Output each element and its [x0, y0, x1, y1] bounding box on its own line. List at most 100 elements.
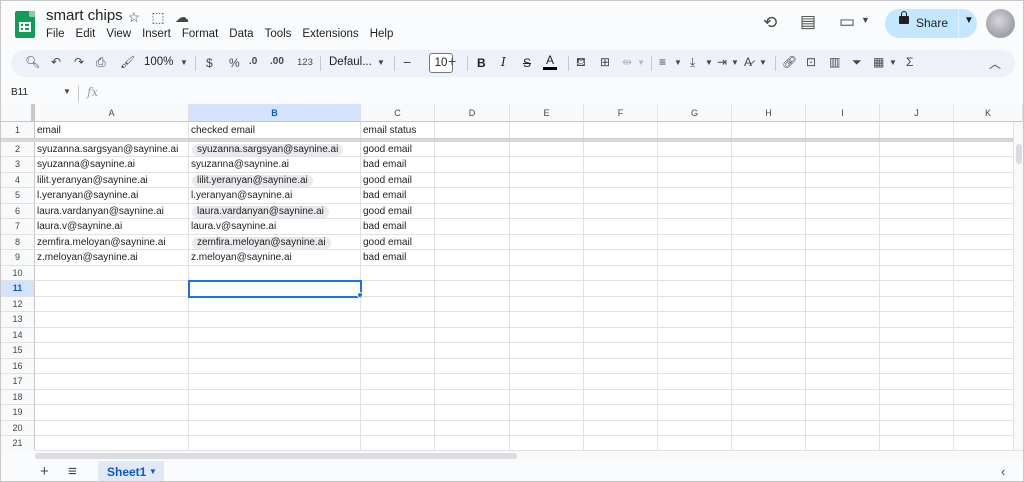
- column-header-g[interactable]: G: [658, 104, 732, 122]
- email-smart-chip[interactable]: zemfira.meloyan@saynine.ai: [192, 237, 331, 249]
- meet-dropdown-icon[interactable]: ▼: [861, 15, 870, 25]
- cell-a1[interactable]: email: [35, 122, 189, 139]
- cell-a3[interactable]: syuzanna@saynine.ai: [35, 157, 189, 173]
- document-title[interactable]: smart chips: [46, 7, 123, 24]
- menu-file[interactable]: File: [46, 28, 65, 40]
- row-header-12[interactable]: 12: [1, 297, 35, 312]
- sheet-tab-dropdown-icon[interactable]: ▼: [149, 467, 157, 476]
- increase-decimal-button[interactable]: .00: [270, 56, 284, 67]
- increase-font-size-icon[interactable]: +: [448, 53, 456, 69]
- row-header-3[interactable]: 3: [1, 157, 35, 173]
- cell-c8[interactable]: good email: [361, 235, 435, 250]
- search-menus-icon[interactable]: 🔍︎: [25, 55, 40, 69]
- select-all-corner[interactable]: [1, 104, 35, 122]
- print-icon[interactable]: ⎙: [96, 55, 106, 70]
- cell-b9[interactable]: z.meloyan@saynine.ai: [189, 250, 361, 266]
- row-header-17[interactable]: 17: [1, 374, 35, 390]
- star-icon[interactable]: ☆: [126, 9, 142, 26]
- cell-c6[interactable]: good email: [361, 204, 435, 219]
- cell-a5[interactable]: l.yeranyan@saynine.ai: [35, 188, 189, 204]
- cell-a8[interactable]: zemfira.meloyan@saynine.ai: [35, 235, 189, 250]
- filter-views-dropdown-icon[interactable]: ▼: [889, 58, 897, 67]
- column-header-k[interactable]: K: [954, 104, 1023, 122]
- text-wrapping-icon[interactable]: ⇥: [717, 55, 727, 69]
- cell-c4[interactable]: good email: [361, 173, 435, 188]
- collapse-toolbar-icon[interactable]: ︿: [989, 55, 1001, 72]
- bold-button[interactable]: B: [477, 56, 486, 70]
- share-button[interactable]: Share ▼: [885, 9, 977, 38]
- fill-handle[interactable]: [357, 292, 363, 298]
- insert-comment-icon[interactable]: ⊡: [806, 55, 816, 69]
- cell-a7[interactable]: laura.v@saynine.ai: [35, 219, 189, 235]
- row-header-8[interactable]: 8: [1, 235, 35, 250]
- share-dropdown-icon[interactable]: ▼: [964, 15, 974, 26]
- name-box[interactable]: B11: [11, 87, 28, 98]
- font-dropdown-icon[interactable]: ▼: [377, 58, 385, 67]
- menu-format[interactable]: Format: [182, 28, 218, 40]
- move-to-folder-icon[interactable]: ⬚: [150, 9, 166, 26]
- text-color-button[interactable]: A: [543, 54, 557, 70]
- selected-cell-b11[interactable]: [188, 280, 362, 298]
- row-header-13[interactable]: 13: [1, 312, 35, 328]
- filter-views-icon[interactable]: ▦: [873, 55, 884, 69]
- row-header-21[interactable]: 21: [1, 436, 35, 450]
- sheet-tab-sheet1[interactable]: Sheet1 ▼: [98, 461, 164, 481]
- more-formats-button[interactable]: 123: [297, 57, 313, 68]
- horizontal-scroll-thumb[interactable]: [35, 453, 517, 459]
- cell-b1[interactable]: checked email: [189, 122, 361, 139]
- decrease-font-size-icon[interactable]: −: [403, 54, 411, 70]
- horizontal-scrollbar[interactable]: [35, 450, 1023, 460]
- zoom-dropdown-icon[interactable]: ▼: [180, 58, 188, 67]
- explore-collapse-icon[interactable]: ‹: [1001, 464, 1005, 479]
- zoom-select[interactable]: 100%: [144, 56, 173, 68]
- merge-cells-icon[interactable]: ⇹: [622, 55, 632, 69]
- row-header-10[interactable]: 10: [1, 266, 35, 281]
- column-header-d[interactable]: D: [435, 104, 510, 122]
- cell-b3[interactable]: syuzanna@saynine.ai: [189, 157, 361, 173]
- row-header-18[interactable]: 18: [1, 390, 35, 405]
- email-smart-chip[interactable]: lilit.yeranyan@saynine.ai: [192, 175, 313, 187]
- version-history-icon[interactable]: ⟲: [763, 13, 777, 33]
- italic-button[interactable]: I: [501, 55, 506, 69]
- cell-a9[interactable]: z.meloyan@saynine.ai: [35, 250, 189, 266]
- filter-icon[interactable]: ⏷: [852, 55, 862, 70]
- cell-b4[interactable]: lilit.yeranyan@saynine.ai: [189, 173, 361, 188]
- halign-dropdown-icon[interactable]: ▼: [674, 58, 682, 67]
- currency-format-button[interactable]: $: [206, 56, 213, 70]
- email-smart-chip[interactable]: syuzanna.sargsyan@saynine.ai: [192, 144, 344, 156]
- cell-c5[interactable]: bad email: [361, 188, 435, 204]
- menu-edit[interactable]: Edit: [76, 28, 96, 40]
- sheet-grid[interactable]: A B C D E F G H I J K 1 2 3 4 5 6 7 8 9 …: [1, 104, 1023, 450]
- valign-dropdown-icon[interactable]: ▼: [705, 58, 713, 67]
- percent-format-button[interactable]: %: [229, 56, 240, 70]
- row-header-16[interactable]: 16: [1, 359, 35, 374]
- row-header-9[interactable]: 9: [1, 250, 35, 266]
- paint-format-icon[interactable]: 🖌︎: [120, 55, 135, 69]
- row-header-11[interactable]: 11: [1, 281, 35, 297]
- font-select[interactable]: Defaul...: [329, 56, 372, 68]
- column-header-f[interactable]: F: [584, 104, 658, 122]
- all-sheets-icon[interactable]: ≡: [68, 463, 77, 480]
- cell-b8[interactable]: zemfira.meloyan@saynine.ai: [189, 235, 361, 250]
- column-header-c[interactable]: C: [361, 104, 435, 122]
- name-box-dropdown-icon[interactable]: ▼: [63, 87, 71, 96]
- avatar[interactable]: [986, 9, 1015, 38]
- comments-icon[interactable]: ▤: [800, 12, 816, 32]
- cell-b7[interactable]: laura.v@saynine.ai: [189, 219, 361, 235]
- cell-c9[interactable]: bad email: [361, 250, 435, 266]
- rotation-dropdown-icon[interactable]: ▼: [759, 58, 767, 67]
- strikethrough-button[interactable]: S: [523, 56, 531, 70]
- row-header-15[interactable]: 15: [1, 343, 35, 359]
- cell-b6[interactable]: laura.vardanyan@saynine.ai: [189, 204, 361, 219]
- email-smart-chip[interactable]: laura.vardanyan@saynine.ai: [192, 206, 329, 218]
- cell-a4[interactable]: lilit.yeranyan@saynine.ai: [35, 173, 189, 188]
- merge-dropdown-icon[interactable]: ▼: [637, 58, 645, 67]
- column-header-i[interactable]: I: [806, 104, 880, 122]
- column-header-b[interactable]: B: [189, 104, 361, 122]
- menu-view[interactable]: View: [106, 28, 131, 40]
- cell-c3[interactable]: bad email: [361, 157, 435, 173]
- decrease-decimal-button[interactable]: .0: [249, 56, 257, 67]
- vertical-scrollbar[interactable]: [1013, 122, 1023, 450]
- column-header-e[interactable]: E: [510, 104, 584, 122]
- undo-icon[interactable]: ↶: [51, 55, 61, 69]
